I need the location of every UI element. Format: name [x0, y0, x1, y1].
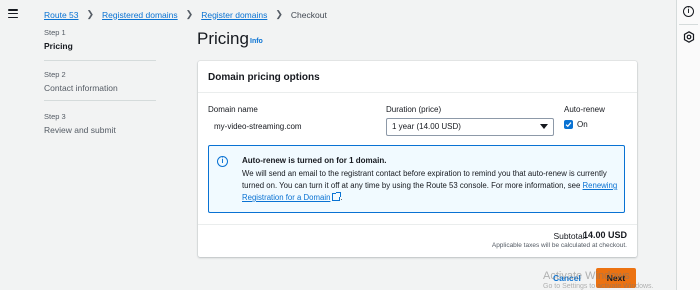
duration-select[interactable]: 1 year (14.00 USD) [386, 118, 554, 136]
domain-name-value: my-video-streaming.com [208, 118, 373, 136]
utility-panel: i [676, 0, 700, 290]
page-title: Pricing [197, 29, 249, 48]
alert-body: We will send an email to the registrant … [242, 168, 618, 204]
step-number: Step 1 [44, 28, 66, 37]
duration-label: Duration (price) [386, 105, 442, 114]
auto-renew-label: Auto-renew [564, 105, 605, 114]
breadcrumb: Route 53 ❯ Registered domains ❯ Register… [44, 9, 327, 20]
caret-down-icon [540, 124, 548, 129]
domain-pricing-card: Domain pricing options Domain name my-vi… [198, 61, 637, 257]
info-link[interactable]: Info [250, 38, 263, 45]
step-title: Pricing [44, 41, 73, 51]
card-title: Domain pricing options [198, 61, 637, 93]
step-contact-information: Step 2 Contact information [44, 70, 156, 112]
step-title: Review and submit [44, 125, 116, 135]
subtotal-label: Subtotal: [553, 231, 587, 241]
breadcrumb-registered-domains[interactable]: Registered domains [102, 10, 178, 20]
auto-renew-checkbox[interactable] [564, 120, 573, 129]
auto-renew-option-label: On [577, 120, 588, 129]
cancel-button[interactable]: Cancel [553, 273, 581, 283]
chevron-right-icon: ❯ [185, 9, 194, 19]
checkmark-icon [565, 122, 572, 128]
external-link-icon [332, 192, 342, 201]
step-divider [44, 100, 156, 101]
breadcrumb-route53[interactable]: Route 53 [44, 10, 79, 20]
rail-divider [679, 24, 698, 25]
alert-text: We will send an email to the registrant … [242, 169, 607, 190]
info-icon[interactable]: i [683, 6, 694, 17]
card-divider [198, 224, 637, 225]
breadcrumb-current: Checkout [290, 9, 327, 20]
subtotal-value: 14.00 USD [582, 230, 627, 240]
step-number: Step 3 [44, 112, 66, 121]
tax-note: Applicable taxes will be calculated at c… [491, 242, 627, 249]
step-divider [44, 60, 156, 61]
wizard-steps: Step 1 Pricing Step 2 Contact informatio… [44, 28, 156, 154]
duration-selected-value: 1 year (14.00 USD) [392, 122, 461, 131]
step-pricing[interactable]: Step 1 Pricing [44, 28, 156, 70]
settings-icon[interactable] [683, 31, 695, 43]
step-title: Contact information [44, 83, 118, 93]
step-review-and-submit: Step 3 Review and submit [44, 112, 156, 154]
domain-name-label: Domain name [208, 105, 258, 114]
auto-renew-alert: i Auto-renew is turned on for 1 domain. … [208, 145, 625, 213]
info-circle-icon: i [217, 156, 228, 167]
breadcrumb-register-domains[interactable]: Register domains [201, 10, 267, 20]
chevron-right-icon: ❯ [86, 9, 95, 19]
chevron-right-icon: ❯ [275, 9, 283, 19]
menu-icon[interactable] [8, 9, 18, 18]
next-button[interactable]: Next [596, 268, 636, 288]
step-number: Step 2 [44, 70, 66, 79]
alert-title: Auto-renew is turned on for 1 domain. [242, 156, 387, 165]
